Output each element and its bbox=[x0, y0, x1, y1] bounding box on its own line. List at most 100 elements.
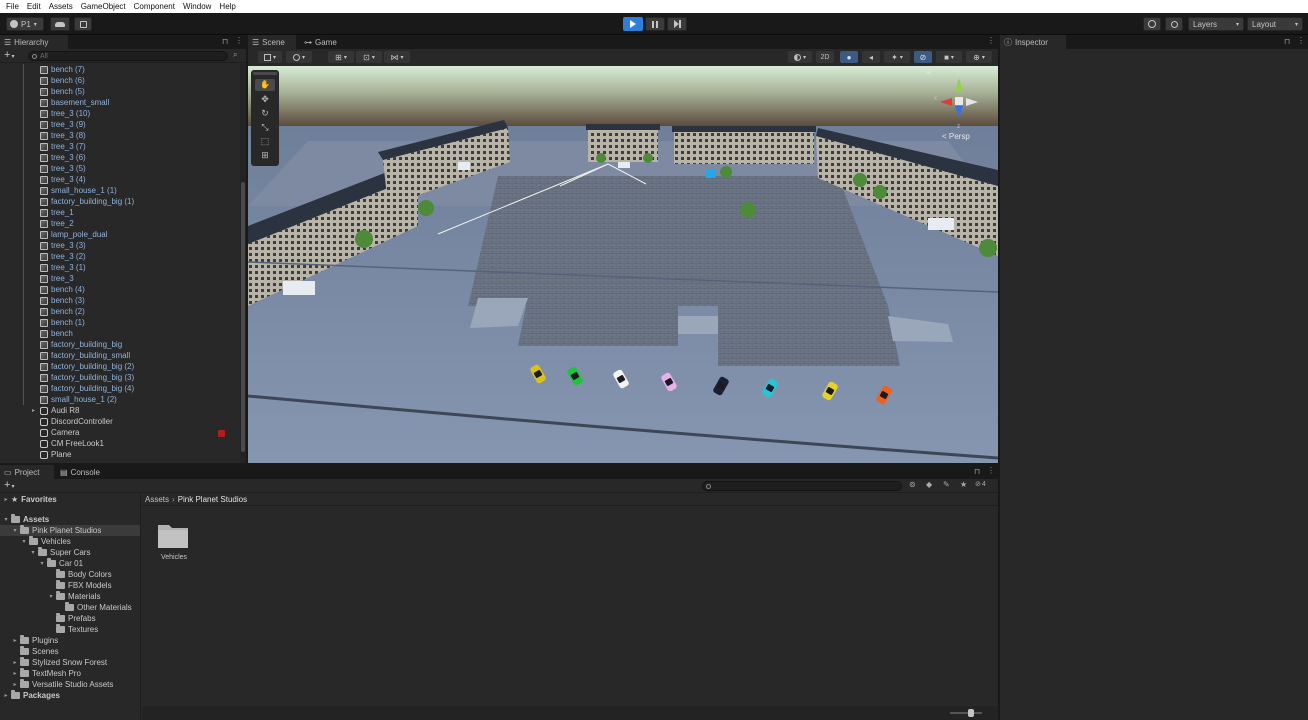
more-icon[interactable]: ⋮ bbox=[1297, 36, 1305, 45]
chevron-right-icon[interactable]: ▸ bbox=[11, 659, 19, 666]
folder-tree-item[interactable]: ▾ Materials bbox=[47, 591, 100, 602]
hierarchy-item[interactable]: tree_3 (3) bbox=[0, 240, 240, 251]
menu-component[interactable]: Component bbox=[134, 2, 175, 11]
scene-viewport[interactable]: ✋ ✥ ↻ ⤡ ⬚ ⊞ ≡ y x z < Persp bbox=[248, 66, 998, 463]
pivot-dropdown[interactable]: ▾ bbox=[286, 51, 312, 63]
hierarchy-item[interactable]: tree_3 (6) bbox=[0, 152, 240, 163]
create-button[interactable]: +▾ bbox=[4, 480, 14, 493]
chevron-down-icon[interactable]: ▾ bbox=[29, 549, 37, 556]
grid-dropdown[interactable]: ⊞ ▾ bbox=[328, 51, 354, 63]
play-button[interactable] bbox=[623, 17, 643, 31]
zoom-slider[interactable] bbox=[950, 709, 982, 717]
chevron-right-icon[interactable]: ▸ bbox=[2, 692, 10, 699]
lighting-toggle[interactable]: ● bbox=[840, 51, 858, 63]
hierarchy-item[interactable]: tree_3 (4) bbox=[0, 174, 240, 185]
hierarchy-item[interactable]: bench (5) bbox=[0, 86, 240, 97]
hierarchy-item[interactable]: bench (7) bbox=[0, 64, 240, 75]
hidden-objects-toggle[interactable]: ⊘ bbox=[914, 51, 932, 63]
history-button[interactable] bbox=[1143, 17, 1161, 31]
menu-assets[interactable]: Assets bbox=[49, 2, 73, 11]
menu-edit[interactable]: Edit bbox=[27, 2, 41, 11]
folder-tree-item[interactable]: ▾ Super Cars bbox=[29, 547, 90, 558]
toggle-2d-button[interactable]: 2D bbox=[816, 51, 834, 63]
tab-project[interactable]: ▭ Project bbox=[0, 465, 54, 479]
zoom-slider-thumb[interactable] bbox=[968, 709, 974, 717]
hierarchy-item[interactable]: factory_building_big (3) bbox=[0, 372, 240, 383]
hand-tool-icon[interactable]: ✋ bbox=[255, 79, 275, 91]
folder-tree-item[interactable]: Prefabs bbox=[47, 613, 96, 624]
hierarchy-item[interactable]: bench (1) bbox=[0, 317, 240, 328]
palette-handle[interactable] bbox=[253, 72, 277, 75]
search-by-package-icon[interactable]: ✎ bbox=[943, 480, 950, 489]
chevron-down-icon[interactable]: ▾ bbox=[11, 527, 19, 534]
collab-button[interactable] bbox=[74, 17, 92, 31]
hierarchy-item[interactable]: Plane bbox=[0, 449, 240, 460]
hidden-packages-toggle[interactable]: ⊘ 4 bbox=[975, 480, 986, 489]
hierarchy-item[interactable]: ▸ Audi R8 bbox=[0, 405, 240, 416]
layout-dropdown[interactable]: Layout ▾ bbox=[1247, 17, 1303, 31]
search-by-type-icon[interactable]: ⊚ bbox=[909, 480, 916, 489]
pause-button[interactable] bbox=[645, 17, 665, 31]
gizmos-dropdown[interactable]: ⊕ ▾ bbox=[966, 51, 992, 63]
hierarchy-item[interactable]: tree_2 bbox=[0, 218, 240, 229]
hierarchy-item[interactable]: tree_3 bbox=[0, 273, 240, 284]
chevron-down-icon[interactable]: ▾ bbox=[38, 560, 46, 567]
search-input[interactable]: All bbox=[28, 51, 228, 61]
tab-console[interactable]: ▤ Console bbox=[56, 465, 112, 479]
persp-label[interactable]: < Persp bbox=[942, 132, 970, 141]
hierarchy-item[interactable]: tree_3 (2) bbox=[0, 251, 240, 262]
search-button[interactable] bbox=[1165, 17, 1183, 31]
search-by-label-icon[interactable]: ◆ bbox=[926, 480, 932, 489]
breadcrumb-pink-planet[interactable]: Pink Planet Studios bbox=[178, 495, 247, 504]
hierarchy-item[interactable]: tree_3 (7) bbox=[0, 141, 240, 152]
menu-help[interactable]: Help bbox=[219, 2, 235, 11]
folder-tree-item[interactable]: ▾ Car 01 bbox=[38, 558, 83, 569]
increment-dropdown[interactable]: ⋈ ▾ bbox=[384, 51, 410, 63]
rotate-tool-icon[interactable]: ↻ bbox=[255, 107, 275, 119]
scrollbar-thumb[interactable] bbox=[241, 182, 245, 452]
menu-window[interactable]: Window bbox=[183, 2, 211, 11]
hierarchy-item[interactable]: factory_building_small bbox=[0, 350, 240, 361]
effects-dropdown[interactable]: ✦ ▾ bbox=[884, 51, 910, 63]
folder-tree-item[interactable]: ▾ Assets bbox=[2, 514, 49, 525]
folder-tree-item[interactable]: ▸ Stylized Snow Forest bbox=[11, 657, 107, 668]
hierarchy-scrollbar[interactable] bbox=[240, 64, 246, 463]
tab-hierarchy[interactable]: ☰ Hierarchy bbox=[0, 35, 68, 49]
folder-tree-item[interactable]: Body Colors bbox=[47, 569, 112, 580]
audio-toggle[interactable]: ◂ bbox=[862, 51, 880, 63]
folder-tree-item[interactable]: Scenes bbox=[11, 646, 59, 657]
hierarchy-item[interactable]: CM FreeLook1 bbox=[0, 438, 240, 449]
asset-vehicles-folder[interactable]: Vehicles bbox=[156, 520, 192, 566]
rect-tool-icon[interactable]: ⬚ bbox=[255, 135, 275, 147]
hierarchy-item[interactable]: bench (6) bbox=[0, 75, 240, 86]
folder-tree-item[interactable]: ▸ Packages bbox=[2, 690, 60, 701]
favorites-row[interactable]: ▸ ★ Favorites bbox=[2, 494, 56, 505]
orientation-gizmo[interactable]: ≡ y x z < Persp bbox=[924, 68, 994, 141]
folder-tree-item[interactable]: FBX Models bbox=[47, 580, 112, 591]
add-button[interactable]: +▾ bbox=[4, 50, 14, 63]
hierarchy-item[interactable]: tree_3 (8) bbox=[0, 130, 240, 141]
hierarchy-item[interactable]: factory_building_big bbox=[0, 339, 240, 350]
hierarchy-item[interactable]: tree_3 (10) bbox=[0, 108, 240, 119]
hierarchy-item[interactable]: bench (4) bbox=[0, 284, 240, 295]
hierarchy-item[interactable]: basement_small bbox=[0, 97, 240, 108]
layers-dropdown[interactable]: Layers ▾ bbox=[1188, 17, 1244, 31]
move-tool-icon[interactable]: ✥ bbox=[255, 93, 275, 105]
hierarchy-item[interactable]: factory_building_big (4) bbox=[0, 383, 240, 394]
hierarchy-item[interactable]: small_house_1 (1) bbox=[0, 185, 240, 196]
hierarchy-item[interactable]: bench bbox=[0, 328, 240, 339]
folder-tree-item[interactable]: Textures bbox=[47, 624, 98, 635]
folder-tree-item[interactable]: ▾ Vehicles bbox=[20, 536, 71, 547]
chevron-down-icon[interactable]: ▾ bbox=[2, 516, 10, 523]
hierarchy-item[interactable]: Camera bbox=[0, 427, 240, 438]
chevron-down-icon[interactable]: ▾ bbox=[20, 538, 28, 545]
account-dropdown[interactable]: P1 ▾ bbox=[6, 17, 44, 31]
lock-icon[interactable]: ⊓ bbox=[1284, 37, 1290, 46]
favorite-star-icon[interactable]: ★ bbox=[960, 480, 967, 489]
folder-tree-item[interactable]: ▸ TextMesh Pro bbox=[11, 668, 81, 679]
transform-tool-icon[interactable]: ⊞ bbox=[255, 149, 275, 161]
chevron-down-icon[interactable]: ▾ bbox=[47, 593, 55, 600]
menu-file[interactable]: File bbox=[6, 2, 19, 11]
filter-icon[interactable]: ⌕ bbox=[233, 50, 237, 60]
chevron-right-icon[interactable]: ▸ bbox=[11, 637, 19, 644]
